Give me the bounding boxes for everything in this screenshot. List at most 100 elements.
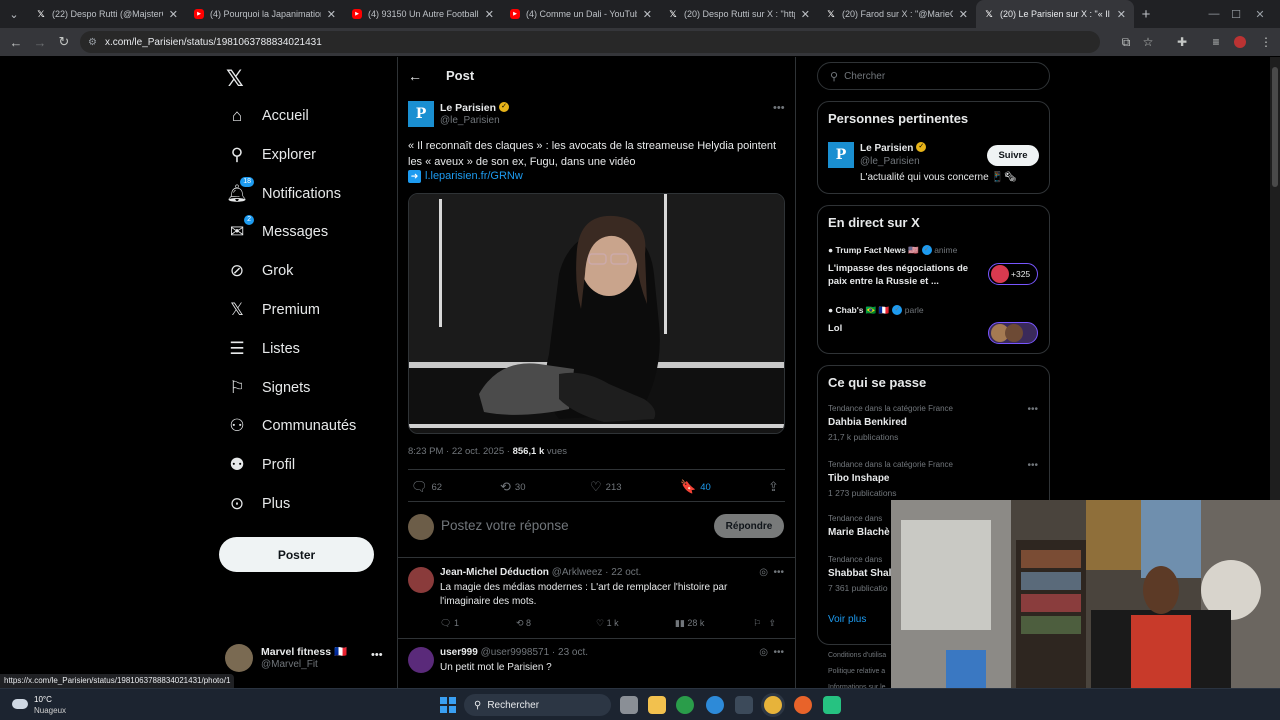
live-title[interactable]: Lol bbox=[828, 322, 978, 335]
author-handle[interactable]: @le_Parisien bbox=[440, 115, 500, 126]
account-switcher[interactable]: Marvel fitness 🇫🇷 @Marvel_Fit ••• bbox=[225, 643, 395, 673]
nav-item-listes[interactable]: ☰ Listes bbox=[218, 331, 388, 367]
nav-item-notifications[interactable]: 🔔︎ 18 Notifications bbox=[218, 176, 388, 212]
profile-icon[interactable] bbox=[1228, 30, 1252, 54]
live-listeners-pill[interactable]: +325 bbox=[988, 263, 1038, 285]
close-tab-icon[interactable]: ✕ bbox=[485, 8, 494, 21]
weather-widget[interactable]: 10°C Nuageux bbox=[12, 693, 92, 717]
back-icon[interactable]: ← bbox=[4, 30, 28, 54]
nav-item-grok[interactable]: ⊘ Grok bbox=[218, 253, 388, 289]
nav-item-communautés[interactable]: ⚇ Communautés bbox=[218, 408, 388, 444]
live-title[interactable]: L'impasse des négociations de paix entre… bbox=[828, 262, 978, 288]
footer-link[interactable]: Conditions d'utilisa bbox=[828, 652, 886, 659]
close-tab-icon[interactable]: ✕ bbox=[169, 8, 178, 21]
browser-menu-icon[interactable]: ⋮ bbox=[1254, 30, 1278, 54]
browser-tab[interactable]: 𝕏 (20) Despo Rutti sur X : "https:/ ✕ bbox=[660, 0, 818, 28]
youtube-icon: ▶ bbox=[352, 9, 362, 19]
post-link[interactable]: ➜ l.leparisien.fr/GRNw bbox=[408, 170, 523, 183]
star-icon[interactable]: ☆ bbox=[1136, 30, 1160, 54]
nav-item-premium[interactable]: 𝕏 Premium bbox=[218, 292, 388, 328]
reply-input[interactable]: Postez votre réponse bbox=[441, 518, 569, 533]
browser-tab[interactable]: ▶ (4) 93150 Un Autre Football Ep ✕ bbox=[344, 0, 502, 28]
task-view-icon[interactable] bbox=[620, 696, 638, 714]
edge-icon[interactable] bbox=[706, 696, 724, 714]
reply-action[interactable]: 🗨 62 bbox=[411, 479, 442, 495]
tab-search-icon[interactable]: ⌄ bbox=[0, 0, 28, 28]
see-more-link[interactable]: Voir plus bbox=[828, 614, 866, 625]
close-tab-icon[interactable]: ✕ bbox=[1117, 8, 1126, 21]
more-icon[interactable]: ••• bbox=[773, 102, 785, 114]
like-count[interactable]: ♡ 1 k bbox=[596, 618, 619, 629]
author-avatar[interactable]: P bbox=[408, 101, 434, 127]
post-image[interactable] bbox=[408, 193, 785, 434]
nav-item-accueil[interactable]: ⌂ Accueil bbox=[218, 98, 388, 134]
live-listeners-pill[interactable] bbox=[988, 322, 1038, 344]
nav-item-signets[interactable]: ⚐ Signets bbox=[218, 370, 388, 406]
browser-tab[interactable]: 𝕏 (20) Farod sur X : "@MarieCPal ✕ bbox=[818, 0, 976, 28]
close-tab-icon[interactable]: ✕ bbox=[801, 8, 810, 21]
close-tab-icon[interactable]: ✕ bbox=[327, 8, 336, 21]
browser-tab[interactable]: ▶ (4) Comme un Dali - YouTube ✕ bbox=[502, 0, 660, 28]
post-button[interactable]: Poster bbox=[219, 537, 374, 572]
nav-item-messages[interactable]: ✉ 2 Messages bbox=[218, 214, 388, 250]
nav-label: Accueil bbox=[262, 108, 309, 124]
repost-action[interactable]: ⟲ 30 bbox=[500, 479, 525, 495]
reply-count[interactable]: 🗨 1 bbox=[440, 618, 459, 629]
scrollbar-thumb[interactable] bbox=[1272, 67, 1278, 187]
reply-button[interactable]: Répondre bbox=[714, 514, 784, 538]
x-logo-icon[interactable]: 𝕏 bbox=[226, 66, 244, 92]
extensions-icon[interactable]: ✚ bbox=[1170, 30, 1194, 54]
url-field[interactable]: ⚙ x.com/le_Parisien/status/1981063788834… bbox=[80, 31, 1100, 53]
search-input[interactable]: ⚲ Chercher bbox=[817, 62, 1050, 90]
store-icon[interactable] bbox=[735, 696, 753, 714]
card-title: Personnes pertinentes bbox=[828, 111, 969, 126]
media-icon[interactable]: ≡ bbox=[1204, 30, 1228, 54]
trend-item[interactable]: Tendance dans la catégorie France Tibo In… bbox=[828, 460, 1038, 498]
app-icon[interactable] bbox=[823, 696, 841, 714]
more-icon[interactable]: ••• bbox=[1027, 404, 1038, 415]
close-tab-icon[interactable]: ✕ bbox=[959, 8, 968, 21]
footer-link[interactable]: Politique relative a bbox=[828, 668, 885, 675]
back-arrow-icon[interactable]: ← bbox=[408, 68, 422, 84]
site-info-icon[interactable]: ⚙ bbox=[88, 37, 97, 48]
x-icon: 𝕏 bbox=[985, 8, 993, 19]
bell-icon: 🔔︎ 18 bbox=[226, 176, 254, 205]
follow-button[interactable]: Suivre bbox=[987, 145, 1039, 166]
new-tab-icon[interactable]: + bbox=[1134, 6, 1158, 23]
browser-tab[interactable]: 𝕏 (20) Le Parisien sur X : "« Il reco ✕ bbox=[976, 0, 1134, 28]
more-icon[interactable]: ••• bbox=[1027, 460, 1038, 471]
close-window-icon[interactable]: ✕ bbox=[1240, 0, 1280, 28]
bookmark-icon[interactable]: ⚐ ⇪ bbox=[753, 618, 776, 629]
trend-item[interactable]: Tendance dans la catégorie France Dahbia … bbox=[828, 404, 1038, 442]
relevant-name[interactable]: Le Parisien ✓ bbox=[860, 142, 927, 154]
nav-item-profil[interactable]: ⚉ Profil bbox=[218, 447, 388, 483]
close-tab-icon[interactable]: ✕ bbox=[643, 8, 652, 21]
forward-icon[interactable]: → bbox=[28, 30, 52, 54]
nav-label: Notifications bbox=[262, 185, 341, 202]
taskbar-search[interactable]: ⚲ Rechercher bbox=[464, 694, 611, 716]
like-action[interactable]: ♡ 213 bbox=[590, 479, 622, 495]
xbox-icon[interactable] bbox=[676, 696, 694, 714]
file-explorer-icon[interactable] bbox=[648, 696, 666, 714]
status-bar-url: https://x.com/le_Parisien/status/1981063… bbox=[0, 674, 235, 688]
browser-tab[interactable]: 𝕏 (22) Despo Rutti (@MajsterOffic ✕ bbox=[28, 0, 186, 28]
author-name[interactable]: Le Parisien ✓ bbox=[440, 102, 510, 114]
install-icon[interactable]: ⧉ bbox=[1114, 30, 1138, 54]
reply-item[interactable]: user999 @user9998571 · 23 oct. Un petit … bbox=[408, 647, 784, 687]
chrome-icon[interactable] bbox=[764, 696, 782, 714]
repost-count[interactable]: ⟲ 8 bbox=[516, 618, 531, 629]
more-icon[interactable]: ••• bbox=[371, 649, 383, 661]
youtube-icon: ▶ bbox=[194, 9, 204, 19]
firefox-icon[interactable] bbox=[794, 696, 812, 714]
more-icon[interactable]: ◎ ••• bbox=[759, 567, 784, 578]
bookmark-action[interactable]: 🔖 40 bbox=[680, 479, 711, 495]
more-icon[interactable]: ◎ ••• bbox=[759, 647, 784, 658]
views-count[interactable]: ▮▮ 28 k bbox=[675, 618, 704, 629]
avatar[interactable]: P bbox=[828, 142, 854, 168]
share-icon[interactable]: ⇪ bbox=[768, 479, 783, 495]
reload-icon[interactable]: ↻ bbox=[52, 30, 76, 54]
nav-item-plus[interactable]: ⊙ Plus bbox=[218, 486, 388, 522]
nav-item-explorer[interactable]: ⚲ Explorer bbox=[218, 137, 388, 173]
browser-tab[interactable]: ▶ (4) Pourquoi la Japanimation va ✕ bbox=[186, 0, 344, 28]
windows-start-icon[interactable] bbox=[440, 697, 456, 713]
